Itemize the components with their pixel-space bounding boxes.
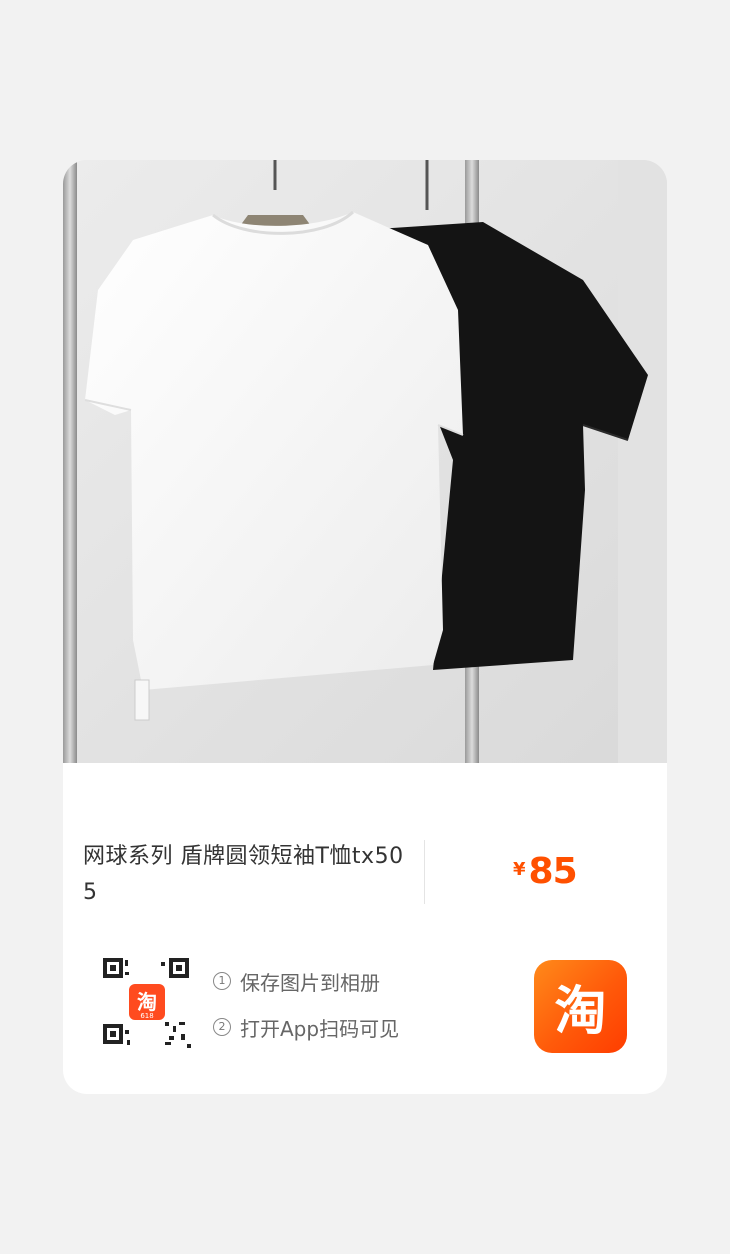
scan-instructions: 1 保存图片到相册 2 打开App扫码可见 — [213, 968, 399, 1060]
share-card: 网球系列 盾牌圆领短袖T恤tx505 ¥85 淘 618 1 保存图片到相册 2… — [63, 160, 667, 1094]
price-value: 85 — [528, 851, 578, 892]
tshirt-photo-icon — [63, 160, 667, 763]
step-number: 1 — [213, 972, 231, 990]
product-info: 网球系列 盾牌圆领短袖T恤tx505 ¥85 淘 618 1 保存图片到相册 2… — [63, 763, 667, 1094]
qr-code-icon: 淘 618 — [99, 956, 195, 1052]
step-save: 1 保存图片到相册 — [213, 968, 399, 995]
product-photo[interactable] — [63, 160, 667, 763]
divider — [424, 840, 425, 904]
price-symbol: ¥ — [513, 859, 526, 880]
svg-text:618: 618 — [140, 1012, 153, 1020]
svg-text:淘: 淘 — [137, 990, 157, 1014]
product-price: ¥85 — [513, 851, 578, 892]
step-save-label: 保存图片到相册 — [240, 970, 380, 995]
taobao-glyph: 淘 — [554, 982, 607, 1042]
step-scan-label: 打开App扫码可见 — [240, 1016, 400, 1041]
step-scan: 2 打开App扫码可见 — [213, 1014, 400, 1041]
qr-code[interactable]: 淘 618 — [99, 956, 195, 1052]
taobao-app-icon[interactable]: 淘 — [534, 960, 627, 1053]
product-title[interactable]: 网球系列 盾牌圆领短袖T恤tx505 — [83, 839, 413, 911]
step-number: 2 — [213, 1018, 231, 1036]
